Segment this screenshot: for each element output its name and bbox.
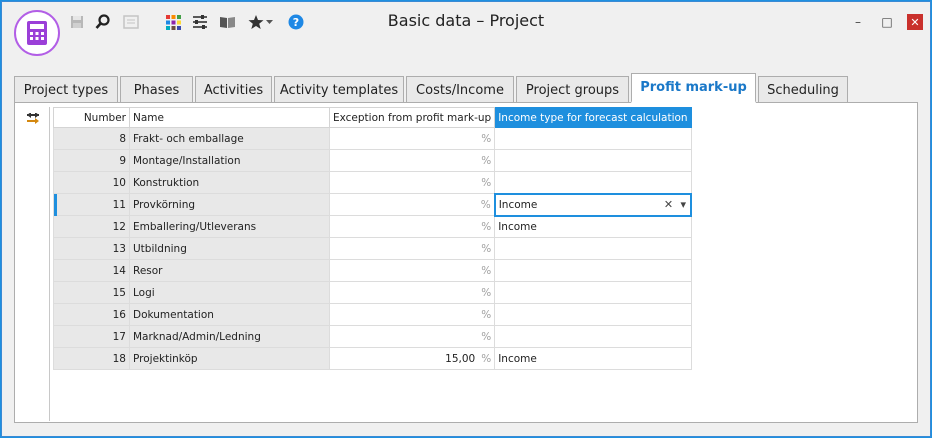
tab-activities[interactable]: Activities <box>195 76 272 103</box>
cell-exception[interactable]: % <box>328 215 496 238</box>
table-row[interactable]: 9 Montage/Installation % <box>53 149 692 172</box>
cell-name: Projektinköp <box>129 347 330 370</box>
table-row[interactable]: 11 Provkörning % Income ✕ ▾ <box>53 192 693 217</box>
cell-name: Marknad/Admin/Ledning <box>129 325 330 348</box>
cell-number: 13 <box>53 237 130 260</box>
table-row[interactable]: 8 Frakt- och emballage % <box>53 127 692 150</box>
cell-name: Frakt- och emballage <box>129 127 330 150</box>
cell-income-type[interactable] <box>494 149 692 172</box>
table-row[interactable]: 16 Dokumentation % <box>53 303 692 326</box>
column-header-name[interactable]: Name <box>129 107 330 128</box>
tab-costs-income[interactable]: Costs/Income <box>406 76 514 103</box>
title-bar: ? Basic data – Project – □ ✕ <box>2 2 930 64</box>
cell-exception[interactable]: 15,00% <box>328 347 496 370</box>
cell-exception[interactable]: % <box>328 281 496 304</box>
percent-unit: % <box>481 330 492 343</box>
cell-number: 10 <box>53 171 130 194</box>
cell-name: Dokumentation <box>129 303 330 326</box>
table-row[interactable]: 12 Emballering/Utleverans % Income <box>53 215 692 238</box>
cell-exception[interactable]: % <box>328 259 496 282</box>
table-row[interactable]: 13 Utbildning % <box>53 237 692 260</box>
profit-markup-grid: Number Name Exception from profit mark-u… <box>53 107 693 370</box>
tab-activity-templates[interactable]: Activity templates <box>274 76 404 103</box>
cell-name: Utbildning <box>129 237 330 260</box>
cell-exception[interactable]: % <box>328 193 496 216</box>
table-row[interactable]: 17 Marknad/Admin/Ledning % <box>53 325 692 348</box>
income-type-value: Income <box>498 198 538 211</box>
cell-number: 14 <box>53 259 130 282</box>
cell-number: 15 <box>53 281 130 304</box>
table-row[interactable]: 14 Resor % <box>53 259 692 282</box>
cell-name: Montage/Installation <box>129 149 330 172</box>
column-header-income-type[interactable]: Income type for forecast calculation <box>494 107 692 128</box>
chevron-down-icon[interactable]: ▾ <box>681 198 687 211</box>
cell-number: 16 <box>53 303 130 326</box>
percent-unit: % <box>481 132 492 145</box>
cell-name: Resor <box>129 259 330 282</box>
cell-number: 17 <box>53 325 130 348</box>
column-header-number[interactable]: Number <box>53 107 130 128</box>
cell-exception[interactable]: % <box>328 303 496 326</box>
table-row[interactable]: 10 Konstruktion % <box>53 171 692 194</box>
cell-income-type[interactable] <box>494 171 692 194</box>
grid-header-row: Number Name Exception from profit mark-u… <box>53 107 692 128</box>
tab-phases[interactable]: Phases <box>120 76 193 103</box>
cell-name: Emballering/Utleverans <box>129 215 330 238</box>
cell-income-type[interactable] <box>494 127 692 150</box>
percent-unit: % <box>481 308 492 321</box>
cell-name: Konstruktion <box>129 171 330 194</box>
cell-income-type[interactable]: Income <box>494 347 692 370</box>
clear-icon[interactable]: ✕ <box>664 198 673 211</box>
tab-scheduling[interactable]: Scheduling <box>758 76 848 103</box>
cell-name: Logi <box>129 281 330 304</box>
minimize-button[interactable]: – <box>850 14 866 30</box>
percent-unit: % <box>481 286 492 299</box>
cell-income-type[interactable] <box>494 325 692 348</box>
window-title: Basic data – Project <box>387 11 545 30</box>
percent-unit: % <box>481 242 492 255</box>
table-row[interactable]: 18 Projektinköp 15,00% Income <box>53 347 692 370</box>
cell-income-type[interactable] <box>494 259 692 282</box>
tab-project-types[interactable]: Project types <box>14 76 118 103</box>
maximize-button[interactable]: □ <box>879 14 895 30</box>
close-button[interactable]: ✕ <box>907 14 923 30</box>
swap-arrows-icon[interactable] <box>26 112 40 128</box>
main-window: ? Basic data – Project – □ ✕ Project typ… <box>1 1 931 437</box>
income-type-dropdown[interactable]: Income ✕ ▾ <box>493 192 693 217</box>
percent-unit: % <box>481 176 492 189</box>
row-indicator-column <box>18 107 50 421</box>
tab-profit-mark-up[interactable]: Profit mark-up <box>631 73 756 103</box>
cell-number: 11 <box>53 193 130 216</box>
grid-panel: Number Name Exception from profit mark-u… <box>14 102 918 423</box>
tab-project-groups[interactable]: Project groups <box>516 76 629 103</box>
cell-income-type[interactable] <box>494 303 692 326</box>
percent-unit: % <box>481 154 492 167</box>
cell-income-type[interactable] <box>494 237 692 260</box>
cell-number: 8 <box>53 127 130 150</box>
cell-income-type[interactable]: Income <box>494 215 692 238</box>
percent-unit: % <box>481 220 492 233</box>
exception-value: 15,00 <box>445 352 476 365</box>
cell-exception[interactable]: % <box>328 325 496 348</box>
current-row-marker <box>54 194 57 216</box>
table-row[interactable]: 15 Logi % <box>53 281 692 304</box>
percent-unit: % <box>481 352 492 365</box>
column-header-exception[interactable]: Exception from profit mark-up <box>328 107 496 128</box>
cell-exception[interactable]: % <box>328 127 496 150</box>
cell-income-type[interactable] <box>494 281 692 304</box>
cell-number: 9 <box>53 149 130 172</box>
percent-unit: % <box>481 264 492 277</box>
cell-exception[interactable]: % <box>328 149 496 172</box>
edit-controls: ✕ ▾ <box>664 198 686 211</box>
cell-exception[interactable]: % <box>328 171 496 194</box>
cell-exception[interactable]: % <box>328 237 496 260</box>
cell-name: Provkörning <box>129 193 330 216</box>
row-number: 11 <box>112 198 126 211</box>
cell-number: 18 <box>53 347 130 370</box>
cell-number: 12 <box>53 215 130 238</box>
percent-unit: % <box>480 198 491 211</box>
